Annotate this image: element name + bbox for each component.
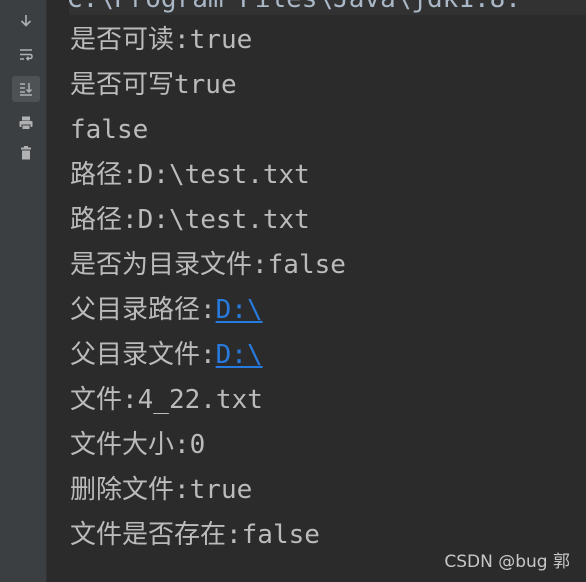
console-line: false bbox=[70, 115, 149, 145]
console-line: 路径:D:\test.txt bbox=[70, 205, 310, 235]
console-line: 是否可写true bbox=[70, 70, 237, 100]
console-line: 文件大小:0 bbox=[70, 430, 206, 460]
console-line: 父目录文件:D:\ bbox=[70, 337, 263, 373]
console-line-prefix: 父目录文件: bbox=[70, 340, 216, 370]
console-line: 是否可读:true bbox=[70, 25, 253, 55]
command-line: C:\Program Files\Java\jdk1.8. bbox=[67, 0, 521, 16]
path-link[interactable]: D:\ bbox=[216, 340, 263, 370]
console-line: 父目录路径:D:\ bbox=[70, 292, 263, 328]
console-line: 删除文件:true bbox=[70, 475, 253, 505]
run-window: C:\Program Files\Java\jdk1.8. 是否可读:true … bbox=[0, 0, 586, 582]
arrow-down-icon[interactable] bbox=[12, 8, 40, 34]
console-line-prefix: 父目录路径: bbox=[70, 295, 216, 325]
console-line: 文件:4_22.txt bbox=[70, 385, 263, 415]
trash-icon[interactable] bbox=[12, 140, 40, 166]
console-line: 路径:D:\test.txt bbox=[70, 160, 310, 190]
console-toolbar bbox=[0, 0, 47, 582]
console-line: 文件是否存在:false bbox=[70, 520, 320, 550]
watermark: CSDN @bug 郭 bbox=[444, 552, 570, 572]
console-output[interactable]: C:\Program Files\Java\jdk1.8. 是否可读:true … bbox=[47, 0, 586, 582]
scroll-to-end-icon[interactable] bbox=[12, 76, 40, 102]
console-line: 是否为目录文件:false bbox=[70, 250, 346, 280]
soft-wrap-icon[interactable] bbox=[12, 42, 40, 68]
path-link[interactable]: D:\ bbox=[216, 295, 263, 325]
print-icon[interactable] bbox=[12, 110, 40, 136]
